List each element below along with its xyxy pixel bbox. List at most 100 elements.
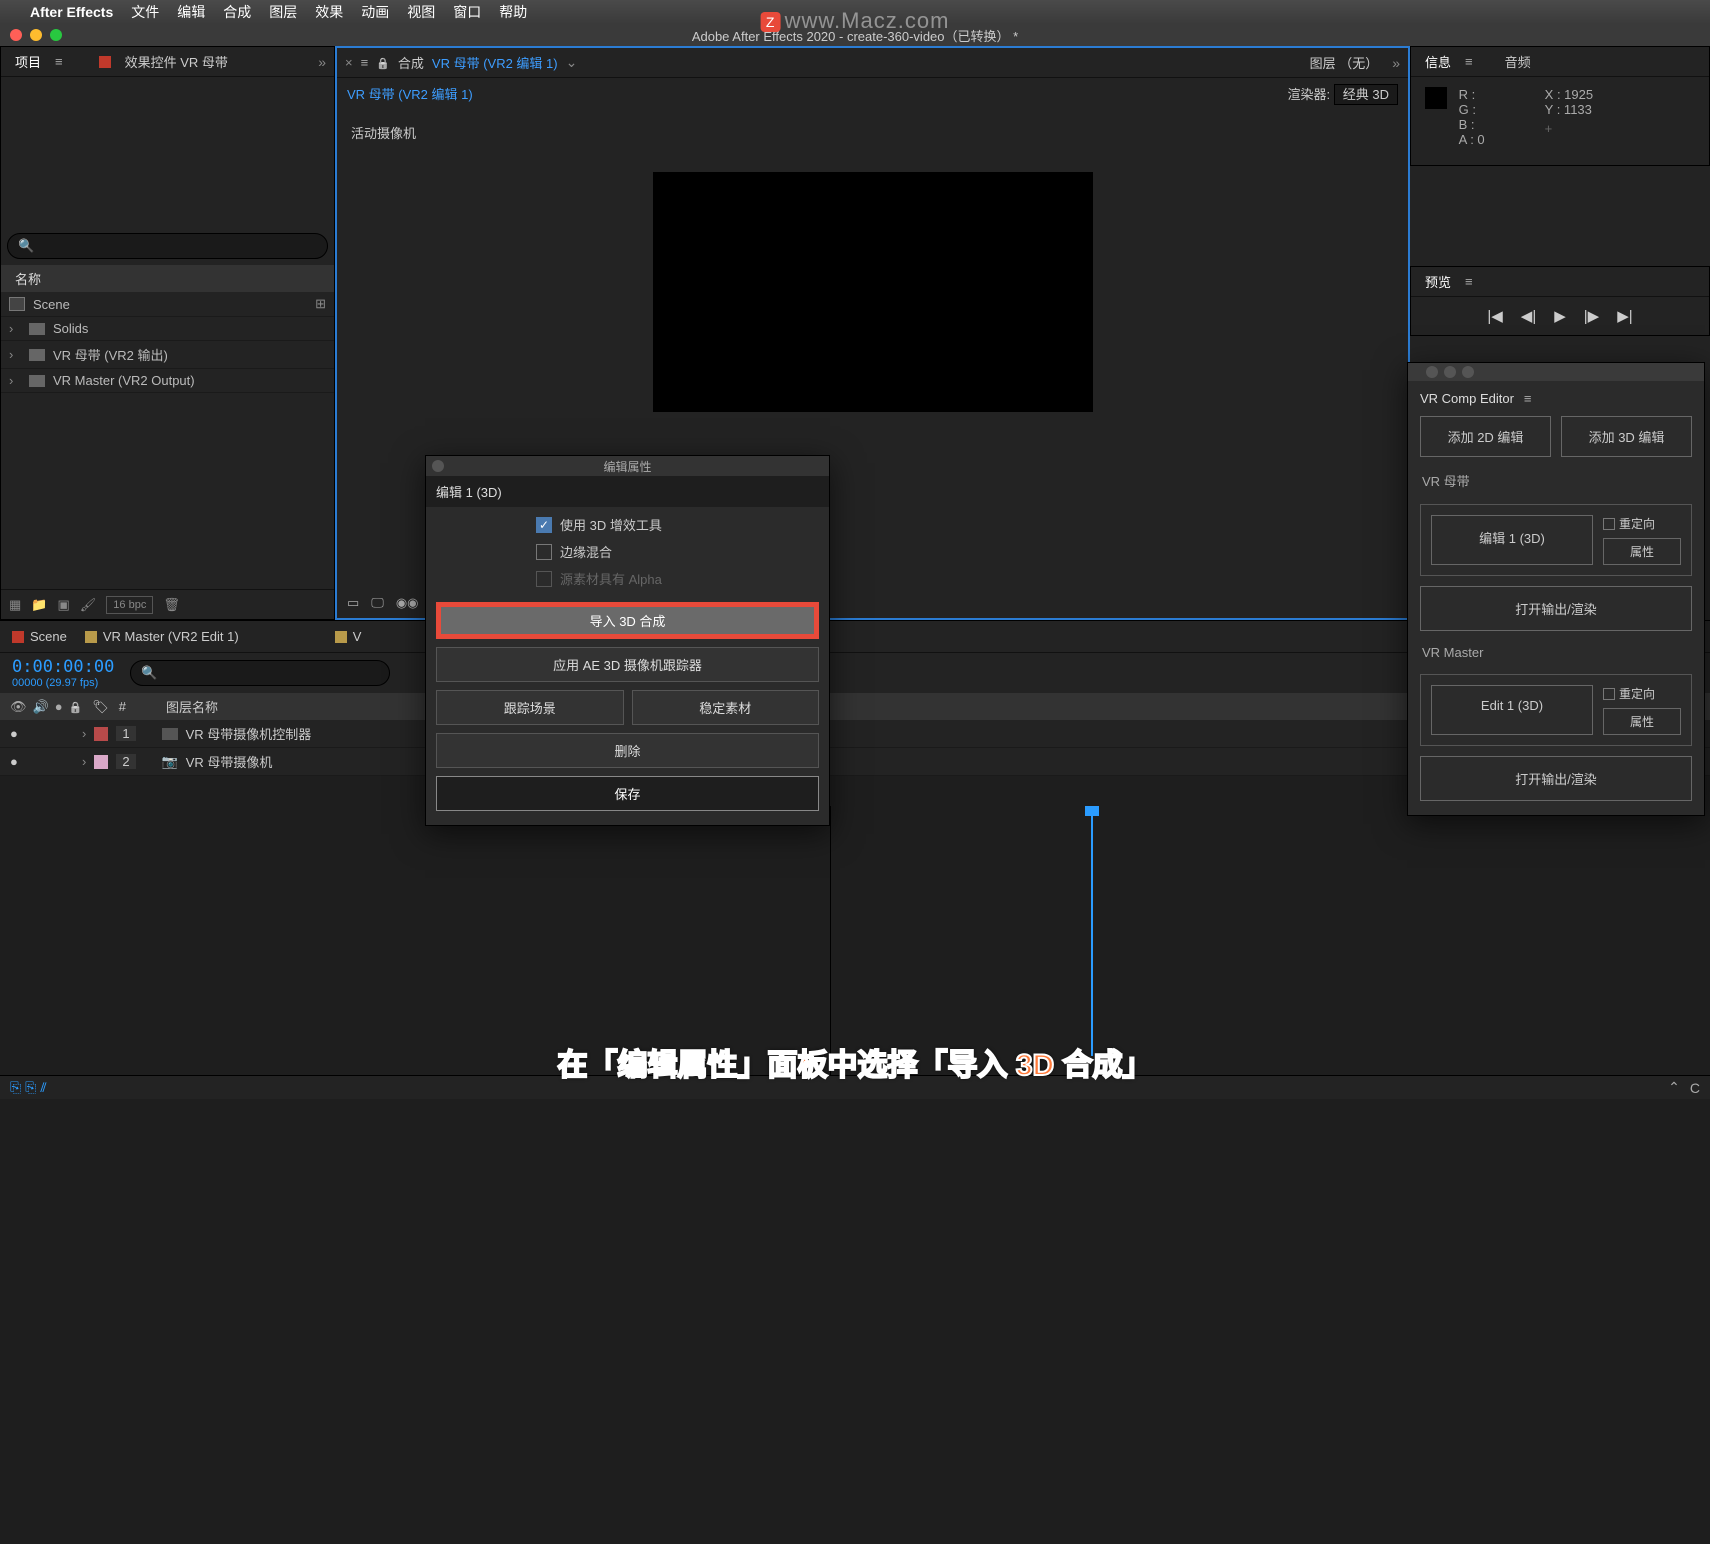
tab-layer[interactable]: 图层 （无） bbox=[1304, 49, 1385, 76]
checkbox-3d-tools[interactable]: ✓使用 3D 增效工具 bbox=[536, 515, 819, 534]
menu-help[interactable]: 帮助 bbox=[499, 2, 527, 22]
menu-effect[interactable]: 效果 bbox=[315, 2, 343, 22]
col-layer-name[interactable]: 图层名称 bbox=[166, 697, 218, 716]
stabilize-button[interactable]: 稳定素材 bbox=[632, 690, 820, 725]
twirl-icon[interactable]: › bbox=[9, 373, 21, 388]
panel-menu-icon[interactable]: ≡ bbox=[1465, 54, 1473, 69]
footer-icon-2[interactable]: ⎘ bbox=[25, 1079, 36, 1095]
lock-column-icon[interactable] bbox=[69, 699, 83, 715]
footer-icon-1[interactable]: ⎘ bbox=[10, 1079, 21, 1095]
footer-icon-3[interactable]: ⫽ bbox=[40, 1079, 46, 1095]
project-search-input[interactable]: 🔍 bbox=[7, 233, 328, 259]
tab-preview[interactable]: 预览 bbox=[1419, 268, 1457, 295]
timeline-tab-scene[interactable]: Scene bbox=[12, 629, 67, 644]
tab-audio[interactable]: 音频 bbox=[1499, 48, 1537, 75]
minimize-icon[interactable] bbox=[1444, 366, 1456, 378]
project-column-name[interactable]: 名称 bbox=[1, 265, 334, 292]
close-window-icon[interactable] bbox=[10, 29, 22, 41]
open-output-cn-button[interactable]: 打开输出/渲染 bbox=[1420, 586, 1692, 631]
color-depth-icon[interactable]: 🖌 bbox=[80, 597, 97, 613]
visibility-toggle[interactable]: ● bbox=[10, 726, 26, 741]
new-folder-icon[interactable]: 📁 bbox=[31, 597, 47, 613]
panel-menu-icon[interactable]: ≡ bbox=[361, 55, 369, 70]
timeline-tab-v[interactable]: V bbox=[335, 629, 362, 644]
dropdown-icon[interactable]: ⌄ bbox=[566, 54, 578, 71]
comp-tab-name[interactable]: VR 母带 (VR2 编辑 1) bbox=[432, 53, 558, 72]
first-frame-icon[interactable]: |◀ bbox=[1487, 307, 1502, 325]
zoom-window-icon[interactable] bbox=[50, 29, 62, 41]
tab-project[interactable]: 项目 bbox=[9, 48, 47, 75]
reorient-checkbox-en[interactable]: 重定向 bbox=[1603, 685, 1681, 702]
edit-1-3d-en-button[interactable]: Edit 1 (3D) bbox=[1431, 685, 1593, 735]
timeline-tab-vrmaster[interactable]: VR Master (VR2 Edit 1) bbox=[85, 629, 239, 644]
add-2d-edit-button[interactable]: 添加 2D 编辑 bbox=[1420, 416, 1551, 457]
import-3d-comp-button[interactable]: 导入 3D 合成 bbox=[436, 602, 819, 639]
project-item-vr-en[interactable]: › VR Master (VR2 Output) bbox=[1, 369, 334, 393]
panel-menu-icon[interactable]: ≡ bbox=[1524, 391, 1532, 406]
panel-menu-icon[interactable]: ≡ bbox=[55, 54, 63, 69]
save-button[interactable]: 保存 bbox=[436, 776, 819, 811]
play-icon[interactable]: ▶ bbox=[1554, 307, 1566, 325]
playhead-line[interactable] bbox=[1091, 806, 1093, 1056]
props-button-en[interactable]: 属性 bbox=[1603, 708, 1681, 735]
label-column-icon[interactable]: 🏷 bbox=[92, 699, 109, 715]
last-frame-icon[interactable]: ▶| bbox=[1617, 307, 1632, 325]
add-3d-edit-button[interactable]: 添加 3D 编辑 bbox=[1561, 416, 1692, 457]
project-search-field[interactable] bbox=[40, 239, 317, 254]
twirl-icon[interactable]: › bbox=[82, 726, 86, 741]
panel-overflow-icon[interactable]: » bbox=[1392, 55, 1400, 71]
menu-view[interactable]: 视图 bbox=[407, 2, 435, 22]
interpret-icon[interactable]: ▦ bbox=[9, 597, 21, 613]
timeline-search-field[interactable] bbox=[164, 666, 380, 681]
apply-camera-tracker-button[interactable]: 应用 AE 3D 摄像机跟踪器 bbox=[436, 647, 819, 682]
resolution-icon[interactable]: 🖵 bbox=[371, 595, 384, 611]
twirl-icon[interactable]: › bbox=[82, 754, 86, 769]
vr-icon[interactable]: ◉◉ bbox=[396, 595, 419, 611]
solo-column-icon[interactable]: ● bbox=[55, 699, 63, 715]
edit-props-titlebar[interactable]: 编辑属性 bbox=[426, 456, 829, 476]
menu-comp[interactable]: 合成 bbox=[223, 2, 251, 22]
comp-flow-name[interactable]: VR 母带 (VR2 编辑 1) bbox=[347, 84, 473, 103]
close-icon[interactable] bbox=[432, 460, 444, 472]
track-scene-button[interactable]: 跟踪场景 bbox=[436, 690, 624, 725]
eye-column-icon[interactable]: 👁 bbox=[10, 699, 27, 715]
magnify-icon[interactable]: ▭ bbox=[347, 595, 359, 611]
col-number[interactable]: # bbox=[119, 699, 126, 714]
menu-window[interactable]: 窗口 bbox=[453, 2, 481, 22]
app-menu[interactable]: After Effects bbox=[30, 4, 113, 20]
props-button-cn[interactable]: 属性 bbox=[1603, 538, 1681, 565]
renderer-dropdown[interactable]: 经典 3D bbox=[1334, 84, 1398, 105]
menu-anim[interactable]: 动画 bbox=[361, 2, 389, 22]
timeline-search-input[interactable]: 🔍 bbox=[130, 660, 390, 686]
menu-file[interactable]: 文件 bbox=[131, 2, 159, 22]
reorient-checkbox-cn[interactable]: 重定向 bbox=[1603, 515, 1681, 532]
tab-effect-controls[interactable]: 效果控件 VR 母带 bbox=[119, 48, 234, 75]
visibility-toggle[interactable]: ● bbox=[10, 754, 26, 769]
composition-viewport[interactable] bbox=[653, 172, 1093, 412]
zoom-icon[interactable] bbox=[1462, 366, 1474, 378]
layer-color-chip[interactable] bbox=[94, 727, 108, 741]
vr-panel-titlebar[interactable] bbox=[1408, 363, 1704, 381]
edit-1-3d-cn-button[interactable]: 编辑 1 (3D) bbox=[1431, 515, 1593, 565]
minimize-window-icon[interactable] bbox=[30, 29, 42, 41]
next-frame-icon[interactable]: |▶ bbox=[1584, 307, 1599, 325]
menu-layer[interactable]: 图层 bbox=[269, 2, 297, 22]
active-camera-label[interactable]: 活动摄像机 bbox=[351, 123, 1394, 142]
checkbox-edge-blend[interactable]: 边缘混合 bbox=[536, 542, 819, 561]
panel-overflow-icon[interactable]: » bbox=[318, 54, 326, 70]
footer-c[interactable]: C bbox=[1690, 1080, 1700, 1096]
layer-color-chip[interactable] bbox=[94, 755, 108, 769]
project-item-scene[interactable]: Scene ⊞ bbox=[1, 292, 334, 317]
project-item-solids[interactable]: › Solids bbox=[1, 317, 334, 341]
open-output-en-button[interactable]: 打开输出/渲染 bbox=[1420, 756, 1692, 801]
bpc-toggle[interactable]: 16 bpc bbox=[106, 596, 153, 614]
close-icon[interactable] bbox=[1426, 366, 1438, 378]
trash-icon[interactable]: 🗑 bbox=[163, 597, 180, 613]
timecode-display[interactable]: 0:00:00:00 bbox=[12, 657, 114, 677]
lock-icon[interactable] bbox=[376, 55, 390, 70]
close-tab-icon[interactable]: × bbox=[345, 55, 353, 70]
tab-info[interactable]: 信息 bbox=[1419, 48, 1457, 75]
audio-column-icon[interactable]: 🔊 bbox=[33, 699, 49, 715]
new-comp-icon[interactable]: ▣ bbox=[57, 597, 69, 613]
flowchart-icon[interactable]: ⊞ bbox=[315, 296, 326, 312]
